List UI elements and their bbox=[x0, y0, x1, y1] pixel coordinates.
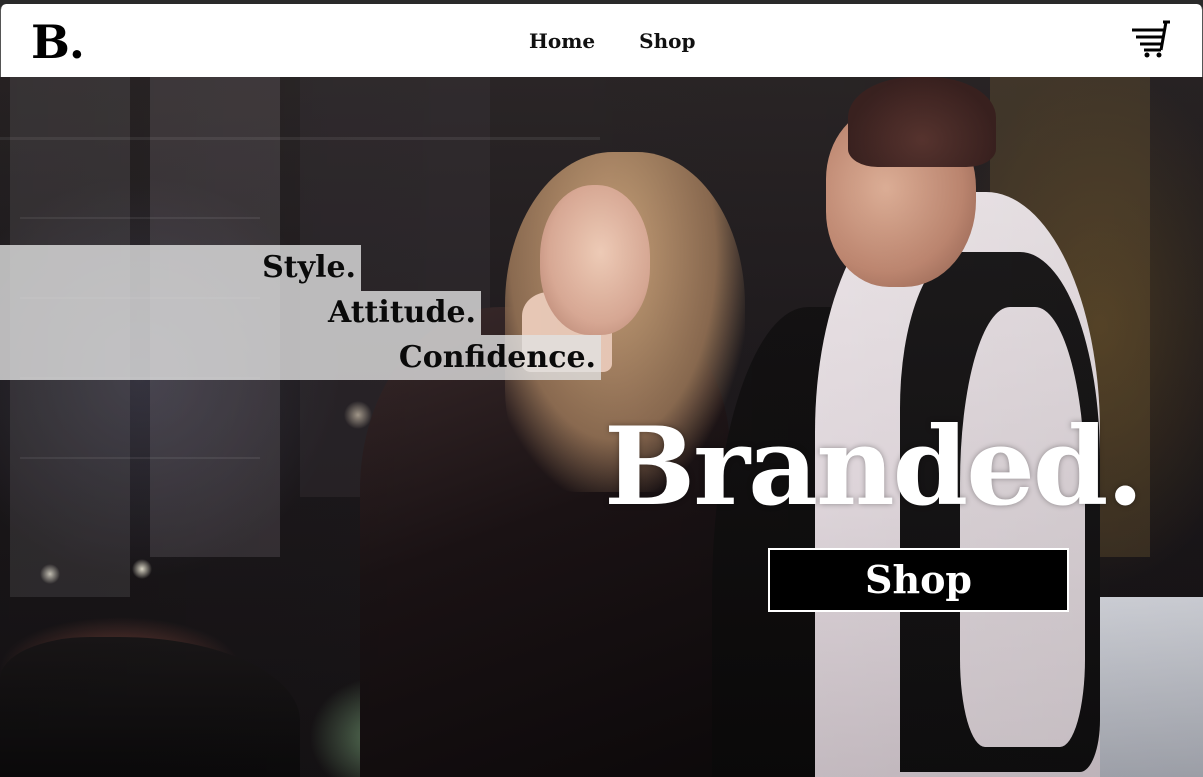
cart-icon[interactable] bbox=[1130, 20, 1172, 58]
top-navbar: B. Home Shop bbox=[0, 4, 1203, 77]
tagline-confidence: Confidence. bbox=[398, 340, 596, 375]
shop-button[interactable]: Shop bbox=[768, 548, 1069, 612]
tagline-style: Style. bbox=[262, 250, 356, 285]
brand-logo[interactable]: B. bbox=[31, 14, 85, 70]
hero-section: Style. Attitude. Confidence. Branded. Sh… bbox=[0, 77, 1203, 777]
tagline-attitude: Attitude. bbox=[327, 295, 476, 330]
nav-link-home[interactable]: Home bbox=[529, 28, 595, 54]
browser-viewport: B. Home Shop Style. Attitude. Confidence… bbox=[0, 4, 1203, 777]
main-nav: Home Shop bbox=[529, 28, 695, 54]
hero-headline: Branded. bbox=[604, 404, 1144, 530]
nav-link-shop[interactable]: Shop bbox=[639, 28, 695, 54]
